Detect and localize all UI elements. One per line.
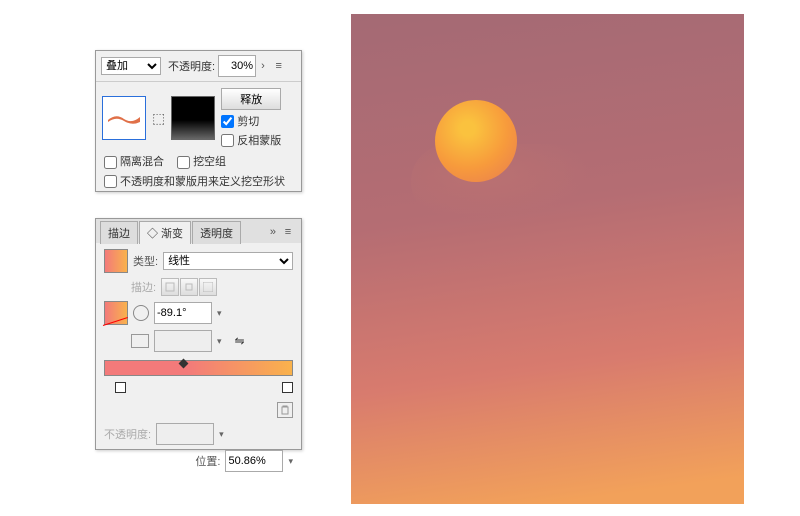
aspect-input[interactable] — [154, 330, 212, 352]
brush-stroke-icon — [106, 111, 142, 125]
mask-thumbnail[interactable] — [171, 96, 215, 140]
transparency-top-row: 叠加 不透明度: › ≡ — [96, 51, 301, 82]
artwork-canvas — [351, 14, 744, 504]
invert-checkbox-row[interactable]: 反相蒙版 — [221, 132, 281, 148]
transparency-panel: 叠加 不透明度: › ≡ ⬚ 释放 剪切 反相蒙版 隔离混合 挖空组 不透明度和… — [95, 50, 302, 192]
opacity-input[interactable] — [218, 55, 256, 77]
transparency-thumbs: ⬚ 释放 剪切 反相蒙版 — [96, 82, 301, 154]
isolate-checkbox[interactable] — [104, 156, 117, 169]
release-button[interactable]: 释放 — [221, 88, 281, 110]
clip-checkbox[interactable] — [221, 115, 234, 128]
stop-opacity-input[interactable] — [156, 423, 214, 445]
gradient-panel: 描边 ◇ 渐变 透明度 » ≡ 类型: 线性 描边: ▾ — [95, 218, 302, 450]
gradient-fill-swatch[interactable] — [104, 249, 128, 273]
delete-stop-icon[interactable] — [277, 402, 293, 418]
blend-mode-select[interactable]: 叠加 — [101, 57, 161, 75]
define-shape-row[interactable]: 不透明度和蒙版用来定义挖空形状 — [104, 174, 293, 190]
stroke-align-1[interactable] — [161, 278, 179, 296]
aspect-dropdown-icon[interactable]: ▾ — [217, 336, 222, 347]
clip-checkbox-row[interactable]: 剪切 — [221, 113, 281, 129]
stop-opacity-dropdown-icon[interactable]: ▾ — [219, 429, 224, 440]
color-stop-left[interactable] — [115, 382, 126, 393]
gradient-tabs: 描边 ◇ 渐变 透明度 » ≡ — [96, 219, 301, 243]
invert-checkbox[interactable] — [221, 134, 234, 147]
link-icon[interactable]: ⬚ — [152, 110, 165, 127]
knockout-row[interactable]: 挖空组 — [177, 154, 226, 170]
stroke-align-3[interactable] — [199, 278, 217, 296]
stop-opacity-label: 不透明度: — [104, 426, 151, 442]
stroke-align-buttons — [161, 278, 217, 296]
gradient-body: 类型: 线性 描边: ▾ ▾ ⇋ — [96, 243, 301, 483]
location-label: 位置: — [195, 453, 220, 469]
collapse-icon[interactable]: » — [268, 226, 278, 238]
panel-menu-icon[interactable]: ≡ — [270, 60, 288, 72]
gradient-stroke-swatch[interactable] — [104, 301, 128, 325]
tab-gradient[interactable]: ◇ 渐变 — [139, 221, 191, 244]
transparency-options: 隔离混合 挖空组 不透明度和蒙版用来定义挖空形状 — [96, 154, 301, 198]
opacity-label: 不透明度: — [168, 58, 215, 74]
reverse-icon[interactable]: ⇋ — [235, 334, 245, 348]
define-shape-checkbox[interactable] — [104, 175, 117, 188]
location-input[interactable] — [225, 450, 283, 472]
type-label: 类型: — [133, 253, 158, 269]
artwork-thumbnail[interactable] — [102, 96, 146, 140]
knockout-checkbox[interactable] — [177, 156, 190, 169]
opacity-stepper-icon[interactable]: › — [259, 60, 267, 72]
angle-dropdown-icon[interactable]: ▾ — [217, 308, 222, 319]
location-dropdown-icon[interactable]: ▾ — [288, 456, 293, 467]
aspect-icon — [131, 334, 149, 348]
stroke-label: 描边: — [131, 279, 156, 295]
gradient-slider[interactable] — [104, 360, 293, 392]
isolate-row[interactable]: 隔离混合 — [104, 154, 164, 170]
sun-shape — [435, 100, 517, 182]
angle-icon — [133, 305, 149, 321]
tab-stroke[interactable]: 描边 — [100, 221, 138, 244]
stroke-align-2[interactable] — [180, 278, 198, 296]
gradient-track[interactable] — [104, 360, 293, 376]
tab-transparency[interactable]: 透明度 — [192, 221, 241, 244]
panel-menu-icon[interactable]: ≡ — [279, 226, 297, 238]
gradient-type-select[interactable]: 线性 — [163, 252, 293, 270]
color-stop-right[interactable] — [282, 382, 293, 393]
angle-input[interactable] — [154, 302, 212, 324]
